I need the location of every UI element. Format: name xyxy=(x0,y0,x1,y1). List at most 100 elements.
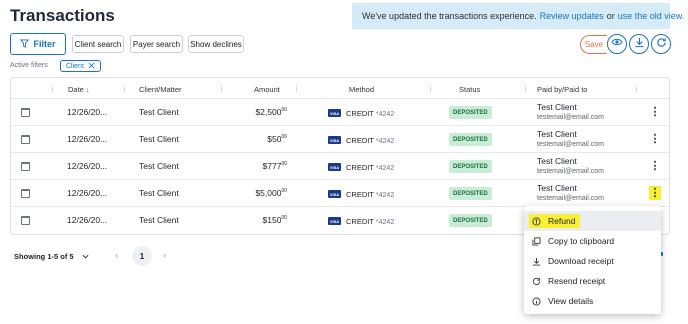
row-actions-kebab-icon[interactable]: ⋮ xyxy=(649,132,661,146)
showing-label: Showing 1-5 of 5 xyxy=(14,252,74,261)
close-icon[interactable] xyxy=(88,62,95,71)
filter-button[interactable]: Filter xyxy=(10,33,66,55)
column-header-date[interactable]: Date ↓ xyxy=(68,85,90,94)
show-declines-button[interactable]: Show declines xyxy=(188,35,244,53)
column-menu-icon[interactable]: ⋮ xyxy=(49,85,56,93)
column-menu-icon[interactable]: ⋮ xyxy=(293,85,300,93)
row-actions-menu: Refund Copy to clipboard Download receip… xyxy=(524,206,661,314)
pagination-summary[interactable]: Showing 1-5 of 5 xyxy=(14,252,89,261)
column-header-amount[interactable]: Amount xyxy=(254,85,280,94)
menu-item-download-receipt[interactable]: Download receipt xyxy=(524,251,661,271)
chip-label: Client xyxy=(66,62,84,70)
client-cell: Test Client xyxy=(139,107,179,117)
client-cell: Test Client xyxy=(139,134,179,144)
refund-icon xyxy=(532,216,541,226)
amount-value: $50 xyxy=(267,134,282,144)
filter-chip-client[interactable]: Client xyxy=(60,60,101,72)
client-cell: Test Client xyxy=(139,188,179,198)
date-cell: 12/26/20... xyxy=(67,107,108,117)
review-updates-link[interactable]: Review updates xyxy=(540,11,604,21)
method-cell: CREDIT *4242 xyxy=(346,189,394,199)
active-filters-label: Active filters xyxy=(10,62,48,69)
visa-card-icon: VISA xyxy=(328,190,341,198)
column-header-client[interactable]: Client/Matter xyxy=(139,85,182,94)
menu-item-refund[interactable]: Refund xyxy=(524,211,661,231)
calendar-icon xyxy=(21,216,30,225)
amount-cell: $15000 xyxy=(263,215,287,225)
menu-item-label: View details xyxy=(548,296,594,306)
menu-item-copy-to-clipboard[interactable]: Copy to clipboard xyxy=(524,231,661,251)
save-button[interactable]: Save xyxy=(580,35,607,54)
chevron-left-icon[interactable]: ‹ xyxy=(115,250,118,260)
column-menu-icon[interactable]: ⋮ xyxy=(633,85,640,93)
amount-cents: 00 xyxy=(281,134,287,141)
payee-email: testemail@email.com xyxy=(537,141,605,148)
payer-search-button[interactable]: Payer search xyxy=(130,35,183,53)
menu-item-label: Refund xyxy=(548,216,576,226)
card-last4: *4242 xyxy=(375,111,395,118)
method-type: CREDIT xyxy=(346,163,374,172)
method-cell: CREDIT *4242 xyxy=(346,162,394,172)
status-badge: DEPOSITED xyxy=(449,133,492,146)
visa-card-icon: VISA xyxy=(328,136,341,144)
card-last4: *4242 xyxy=(375,219,395,226)
menu-item-label: Resend receipt xyxy=(548,276,606,286)
resend-icon xyxy=(532,277,541,286)
download-button[interactable] xyxy=(629,34,649,54)
table-header: ⋮ Date ↓ ⋮ Client/Matter ⋮ Amount ⋮ Meth… xyxy=(11,78,669,99)
filter-label: Filter xyxy=(33,39,56,49)
refresh-button[interactable] xyxy=(651,34,671,54)
banner-or: or xyxy=(606,11,615,21)
calendar-icon xyxy=(21,135,30,144)
amount-value: $150 xyxy=(262,215,282,225)
client-search-button[interactable]: Client search xyxy=(72,35,124,53)
method-type: CREDIT xyxy=(346,190,374,199)
chevron-right-icon[interactable]: › xyxy=(163,250,166,260)
amount-value: $777 xyxy=(262,161,282,171)
download-icon xyxy=(532,257,541,266)
client-cell: Test Client xyxy=(139,161,179,171)
eye-icon xyxy=(611,35,623,53)
old-view-link[interactable]: use the old view. xyxy=(618,11,685,21)
chevron-down-icon xyxy=(82,252,89,261)
menu-item-resend-receipt[interactable]: Resend receipt xyxy=(524,271,661,291)
payee-email: testemail@email.com xyxy=(537,195,605,202)
visa-card-icon: VISA xyxy=(328,109,341,117)
column-menu-icon[interactable]: ⋮ xyxy=(522,85,529,93)
amount-cell: $77700 xyxy=(263,161,287,171)
row-actions-kebab-icon[interactable]: ⋮ xyxy=(649,159,661,173)
column-header-payee[interactable]: Paid by/Paid to xyxy=(537,85,587,94)
column-menu-icon[interactable]: ⋮ xyxy=(218,85,225,93)
table-row[interactable]: 12/26/20... Test Client $5000 VISA CREDI… xyxy=(11,126,669,153)
status-badge: DEPOSITED xyxy=(449,187,492,200)
menu-item-view-details[interactable]: View details xyxy=(524,291,661,311)
table-row[interactable]: 12/26/20... Test Client $2,50000 VISA CR… xyxy=(11,99,669,126)
card-last4: *4242 xyxy=(375,138,395,145)
amount-value: $2,500 xyxy=(255,107,282,117)
banner-text: We've updated the transactions experienc… xyxy=(362,11,537,21)
amount-cell: $5000 xyxy=(267,134,287,144)
method-cell: CREDIT *4242 xyxy=(346,108,394,118)
row-actions-kebab-icon[interactable]: ⋮ xyxy=(649,186,661,200)
table-row[interactable]: 12/26/20... Test Client $77700 VISA CRED… xyxy=(11,153,669,180)
funnel-icon xyxy=(20,38,30,50)
amount-value: $5,000 xyxy=(255,188,282,198)
payee-name: Test Client xyxy=(537,183,577,193)
payee-name: Test Client xyxy=(537,102,577,112)
status-badge: DEPOSITED xyxy=(449,214,492,227)
payee-email: testemail@email.com xyxy=(537,114,605,121)
column-menu-icon[interactable]: ⋮ xyxy=(121,85,128,93)
column-label-date: Date xyxy=(68,85,84,94)
payee-email: testemail@email.com xyxy=(537,168,605,175)
table-row[interactable]: 12/26/20... Test Client $5,00000 VISA CR… xyxy=(11,180,669,207)
column-header-method[interactable]: Method xyxy=(349,85,374,94)
status-badge: DEPOSITED xyxy=(449,106,492,119)
row-actions-kebab-icon[interactable]: ⋮ xyxy=(649,105,661,119)
column-header-status[interactable]: Status xyxy=(459,85,480,94)
column-menu-icon[interactable]: ⋮ xyxy=(427,85,434,93)
download-icon xyxy=(634,35,645,53)
view-button[interactable] xyxy=(607,34,627,54)
date-cell: 12/26/20... xyxy=(67,161,108,171)
page-number-current[interactable]: 1 xyxy=(132,246,152,266)
method-type: CREDIT xyxy=(346,217,374,226)
